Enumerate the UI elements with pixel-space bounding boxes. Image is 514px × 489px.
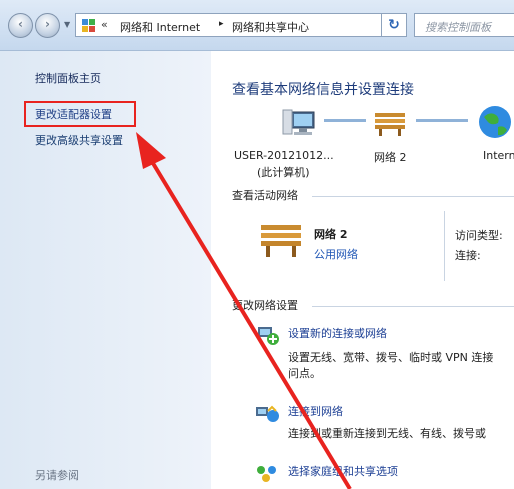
access-type-label: 访问类型: xyxy=(455,229,503,242)
annotation-highlight-box xyxy=(24,101,136,127)
computer-name-label: USER-20121012... xyxy=(234,149,334,162)
map-connector-line xyxy=(416,119,468,122)
change-settings-heading: 更改网络设置 xyxy=(232,299,298,312)
map-connector-line xyxy=(324,119,366,122)
back-button[interactable]: ‹ xyxy=(8,13,33,38)
bench-network-icon xyxy=(261,225,301,257)
homegroup-icon xyxy=(257,466,276,482)
homegroup-sharing-link[interactable]: 选择家庭组和共享选项 xyxy=(288,463,398,479)
forward-button[interactable]: › xyxy=(35,13,60,38)
setup-new-connection-link[interactable]: 设置新的连接或网络 xyxy=(288,325,387,341)
refresh-button[interactable]: ↻ xyxy=(381,13,407,37)
main-content: 查看基本网络信息并设置连接 USER-20121012... (此计算机) 网络… xyxy=(212,51,514,489)
forward-arrow-icon: › xyxy=(45,17,50,31)
setup-new-connection-desc: 设置无线、宽带、拨号、临时或 VPN 连接 xyxy=(288,351,494,364)
search-placeholder: 搜索控制面板 xyxy=(425,21,491,34)
bench-network-icon[interactable] xyxy=(372,109,408,137)
setup-new-connection-desc-cont: 问点。 xyxy=(288,367,321,380)
section-divider xyxy=(312,306,514,307)
connection-label: 连接: xyxy=(455,249,481,262)
refresh-icon: ↻ xyxy=(388,17,400,33)
network-type-link[interactable]: 公用网络 xyxy=(314,246,358,262)
page-title: 查看基本网络信息并设置连接 xyxy=(232,82,414,98)
control-panel-home-link[interactable]: 控制面板主页 xyxy=(35,70,101,86)
internet-map-label: Internet xyxy=(483,149,514,162)
active-network-name: 网络 2 xyxy=(314,228,348,241)
see-also-heading: 另请参阅 xyxy=(35,469,79,482)
address-bar[interactable]: « 网络和 Internet ▸ 网络和共享中心 ▼ xyxy=(75,13,395,37)
connect-to-network-desc: 连接到或重新连接到无线、有线、拨号或 xyxy=(288,427,486,440)
breadcrumb-network-internet[interactable]: 网络和 Internet xyxy=(120,19,200,35)
column-divider xyxy=(444,211,445,281)
computer-sub-label: (此计算机) xyxy=(257,166,310,179)
back-arrow-icon: ‹ xyxy=(18,17,23,31)
internet-globe-icon[interactable] xyxy=(476,103,514,141)
section-divider xyxy=(312,196,514,197)
connect-to-network-link[interactable]: 连接到网络 xyxy=(288,403,343,419)
history-dropdown-icon[interactable]: ▼ xyxy=(64,20,70,29)
control-panel-icon xyxy=(82,19,95,32)
breadcrumb-overflow[interactable]: « xyxy=(101,18,108,31)
change-advanced-sharing-link[interactable]: 更改高级共享设置 xyxy=(35,132,123,148)
breadcrumb-separator-icon[interactable]: ▸ xyxy=(219,19,224,29)
search-input[interactable]: 搜索控制面板 xyxy=(414,13,514,37)
connect-network-icon xyxy=(256,405,279,422)
active-networks-heading: 查看活动网络 xyxy=(232,189,298,202)
new-connection-icon xyxy=(258,327,279,345)
address-toolbar: ‹ › ▼ « 网络和 Internet ▸ 网络和共享中心 ▼ ↻ 搜索控制面… xyxy=(0,0,514,51)
network-map-label: 网络 2 xyxy=(374,151,407,164)
computer-icon[interactable] xyxy=(282,106,322,142)
breadcrumb-network-sharing-center[interactable]: 网络和共享中心 xyxy=(232,19,309,35)
